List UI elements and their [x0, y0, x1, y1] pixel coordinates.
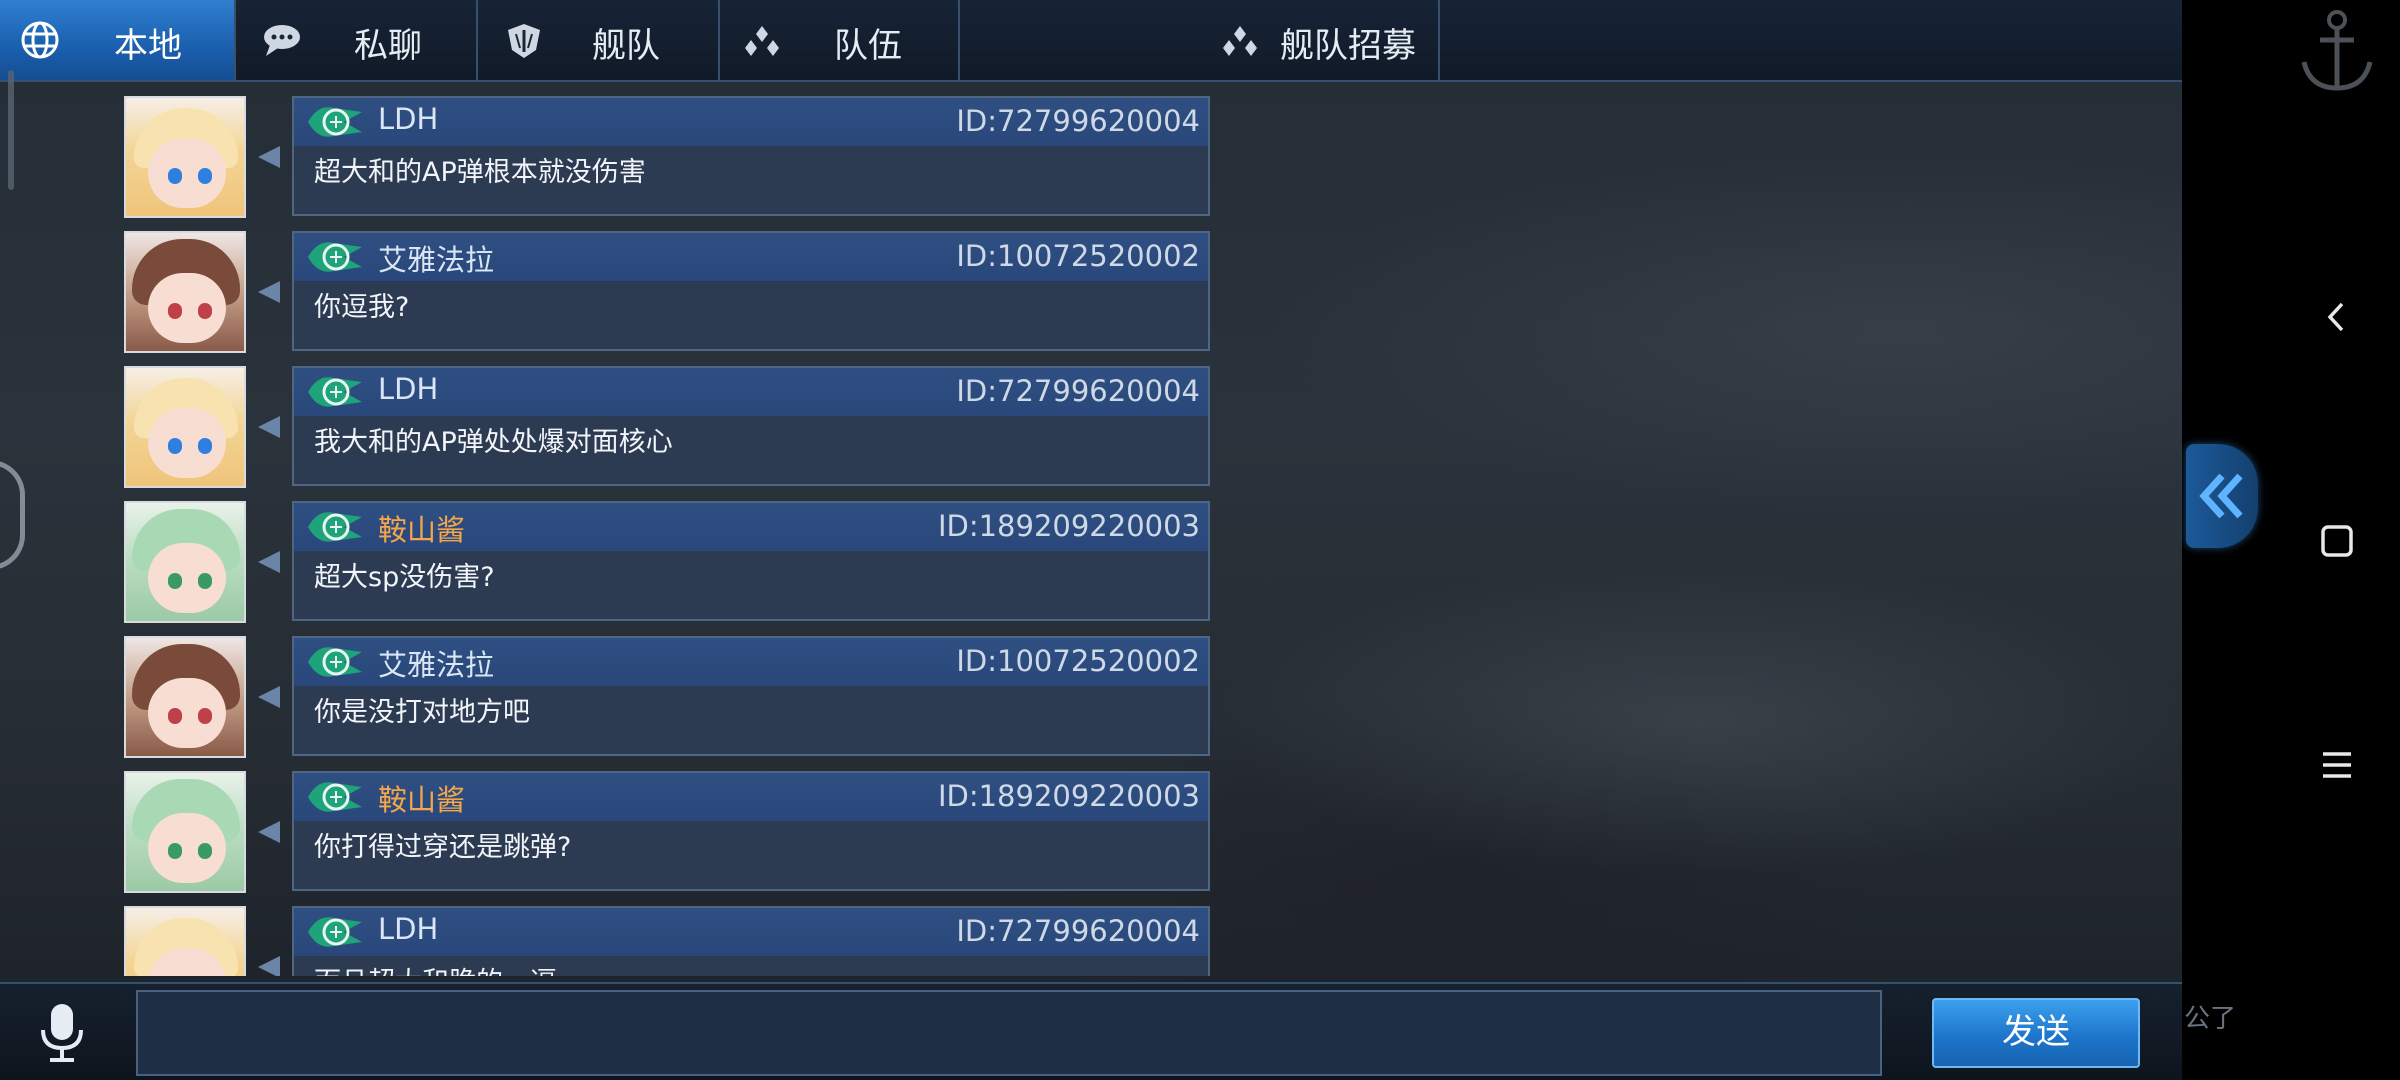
rank-badge-icon	[308, 107, 362, 137]
rank-badge-icon	[308, 647, 362, 677]
tab-local[interactable]: 本地	[0, 0, 236, 80]
message-text: 超大和的AP弹根本就没伤害	[314, 157, 646, 188]
message-text: 你是没打对地方吧	[314, 697, 530, 728]
globe-icon	[21, 21, 59, 59]
back-nav-icon[interactable]	[2316, 296, 2358, 338]
bubble-pointer	[258, 551, 280, 573]
sender-name[interactable]: LDH	[378, 372, 438, 406]
tab-label: 队伍	[834, 26, 902, 66]
tab-fleet-recruit[interactable]: 舰队招募	[960, 0, 1440, 80]
sender-name[interactable]: 鞍山酱	[378, 777, 465, 819]
bubble-pointer	[258, 956, 280, 976]
channel-tab-bar: 本地 私聊 舰队 队伍 舰队招募	[0, 0, 2182, 82]
sender-id: ID:10072520002	[956, 239, 1200, 273]
rank-badge-icon	[308, 377, 362, 407]
tab-private-chat[interactable]: 私聊	[236, 0, 478, 80]
team-icon	[1223, 26, 1257, 56]
message-header: LDH ID:72799620004	[294, 368, 1208, 416]
message-header: 艾雅法拉 ID:10072520002	[294, 638, 1208, 686]
home-nav-icon[interactable]	[2316, 520, 2358, 562]
sender-name[interactable]: 鞍山酱	[378, 507, 465, 549]
tab-label: 本地	[114, 26, 182, 66]
tab-label: 私聊	[354, 26, 422, 66]
chat-message: LDH ID:72799620004 超大和的AP弹根本就没伤害	[0, 96, 1220, 220]
message-header: 艾雅法拉 ID:10072520002	[294, 233, 1208, 281]
sender-name[interactable]: 艾雅法拉	[378, 642, 494, 684]
chat-message: LDH ID:72799620004 我大和的AP弹处处爆对面核心	[0, 366, 1220, 490]
sender-id: ID:72799620004	[956, 914, 1200, 948]
chat-message: 鞍山酱 ID:189209220003 超大sp没伤害?	[0, 501, 1220, 625]
tab-team[interactable]: 队伍	[720, 0, 960, 80]
chat-message: LDH ID:72799620004 而且超大和脆的一逼	[0, 906, 1220, 976]
avatar[interactable]	[124, 231, 246, 353]
rank-badge-icon	[308, 782, 362, 812]
avatar[interactable]	[124, 771, 246, 893]
message-bubble: LDH ID:72799620004 我大和的AP弹处处爆对面核心	[292, 366, 1210, 486]
message-bubble: 鞍山酱 ID:189209220003 超大sp没伤害?	[292, 501, 1210, 621]
message-text: 超大sp没伤害?	[314, 562, 495, 593]
team-icon	[745, 26, 779, 56]
bubble-pointer	[258, 281, 280, 303]
chat-bubble-icon	[264, 25, 300, 56]
chat-message: 艾雅法拉 ID:10072520002 你是没打对地方吧	[0, 636, 1220, 760]
message-text: 而且超大和脆的一逼	[314, 960, 557, 976]
sender-id: ID:72799620004	[956, 374, 1200, 408]
rank-badge-icon	[308, 512, 362, 542]
microphone-icon[interactable]	[34, 1002, 90, 1064]
avatar[interactable]	[124, 501, 246, 623]
collapse-panel-button[interactable]	[2186, 444, 2258, 548]
tab-fleet[interactable]: 舰队	[478, 0, 720, 80]
avatar[interactable]	[124, 366, 246, 488]
sender-name[interactable]: LDH	[378, 912, 438, 946]
avatar[interactable]	[124, 906, 246, 976]
message-header: LDH ID:72799620004	[294, 98, 1208, 146]
message-text: 你打得过穿还是跳弹?	[314, 832, 572, 863]
avatar[interactable]	[124, 96, 246, 218]
tab-label: 舰队招募	[1280, 26, 1416, 66]
message-text: 我大和的AP弹处处爆对面核心	[314, 427, 673, 458]
tab-label: 舰队	[592, 26, 660, 66]
chat-background: 本地 私聊 舰队 队伍 舰队招募 LDH ID:72799620004 超大和的…	[0, 0, 2182, 1080]
sender-id: ID:189209220003	[937, 509, 1200, 543]
message-bubble: LDH ID:72799620004 而且超大和脆的一逼	[292, 906, 1210, 976]
sender-name[interactable]: LDH	[378, 102, 438, 136]
message-header: 鞍山酱 ID:189209220003	[294, 773, 1208, 821]
send-button[interactable]: 发送	[1932, 998, 2140, 1068]
chat-input-bar: 发送	[0, 982, 2182, 1080]
message-bubble: LDH ID:72799620004 超大和的AP弹根本就没伤害	[292, 96, 1210, 216]
message-bubble: 艾雅法拉 ID:10072520002 你逗我?	[292, 231, 1210, 351]
chat-message: 鞍山酱 ID:189209220003 你打得过穿还是跳弹?	[0, 771, 1220, 895]
message-header: 鞍山酱 ID:189209220003	[294, 503, 1208, 551]
chat-message-input[interactable]	[136, 990, 1882, 1076]
message-header: LDH ID:72799620004	[294, 908, 1208, 956]
anchor-icon	[2301, 10, 2373, 91]
overflow-text: 公了	[2184, 1004, 2237, 1034]
bubble-pointer	[258, 146, 280, 168]
bubble-pointer	[258, 416, 280, 438]
rank-badge-icon	[308, 917, 362, 947]
menu-nav-icon[interactable]	[2316, 744, 2358, 786]
fleet-emblem-icon	[508, 24, 540, 58]
double-chevron-left-icon	[2199, 473, 2243, 519]
sender-id: ID:189209220003	[937, 779, 1200, 813]
message-bubble: 鞍山酱 ID:189209220003 你打得过穿还是跳弹?	[292, 771, 1210, 891]
message-text: 你逗我?	[314, 292, 410, 323]
sender-name[interactable]: 艾雅法拉	[378, 237, 494, 279]
message-bubble: 艾雅法拉 ID:10072520002 你是没打对地方吧	[292, 636, 1210, 756]
sender-id: ID:10072520002	[956, 644, 1200, 678]
rank-badge-icon	[308, 242, 362, 272]
bubble-pointer	[258, 686, 280, 708]
sender-id: ID:72799620004	[956, 104, 1200, 138]
bubble-pointer	[258, 821, 280, 843]
chat-message: 艾雅法拉 ID:10072520002 你逗我?	[0, 231, 1220, 355]
avatar[interactable]	[124, 636, 246, 758]
